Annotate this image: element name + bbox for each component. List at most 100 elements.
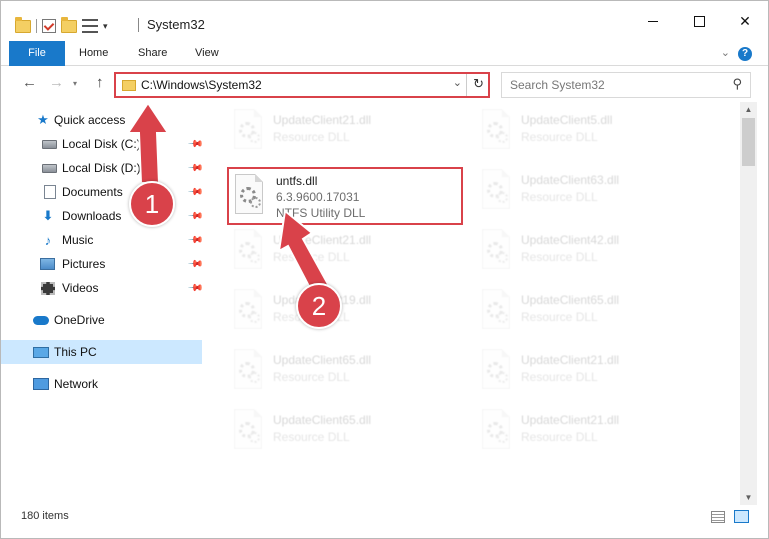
file-type: Resource DLL (521, 130, 598, 144)
file-version: 6.3.9600.17031 (276, 190, 360, 204)
file-type: Resource DLL (521, 310, 598, 324)
file-type: Resource DLL (521, 250, 598, 264)
file-tile[interactable]: UpdateClient21.dll Resource DLL (474, 406, 712, 456)
scroll-up-icon[interactable]: ▲ (740, 102, 757, 117)
sidebar-item-label: Music (62, 233, 94, 247)
tab-share[interactable]: Share (138, 41, 167, 66)
file-type: Resource DLL (521, 190, 598, 204)
sidebar-item-this-pc[interactable]: This PC (1, 340, 202, 364)
file-type: Resource DLL (273, 430, 350, 444)
search-icon[interactable]: ⚲ (732, 76, 742, 92)
properties-check-icon[interactable] (42, 19, 56, 33)
search-input[interactable]: Search System32 ⚲ (501, 72, 751, 98)
pin-icon[interactable]: 📌 (187, 160, 204, 177)
file-type: Resource DLL (521, 430, 598, 444)
sidebar-item-label: Local Disk (C:) (62, 137, 141, 151)
pin-icon[interactable]: 📌 (187, 208, 204, 225)
sidebar-item-onedrive[interactable]: OneDrive (1, 308, 202, 332)
expand-ribbon-icon[interactable]: ⌄ (721, 46, 730, 59)
new-folder-icon[interactable] (61, 16, 77, 33)
recent-locations-icon[interactable]: ▾ (73, 79, 77, 88)
back-button[interactable]: ← (22, 74, 37, 91)
address-path[interactable]: C:\Windows\System32 (141, 78, 262, 92)
sidebar-item-label: OneDrive (54, 313, 105, 327)
address-bar[interactable]: C:\Windows\System32 ⌄ ↻ (114, 72, 490, 98)
sidebar-item-local-disk-d[interactable]: Local Disk (D:) 📌 (1, 156, 204, 180)
tab-view[interactable]: View (195, 41, 219, 66)
pin-icon[interactable]: 📌 (187, 232, 204, 249)
file-name: UpdateClient65.dll (521, 293, 620, 307)
file-tile[interactable]: UpdateClient19.dll Resource DLL (226, 286, 464, 336)
file-tile[interactable]: UpdateClient5.dll Resource DLL (474, 106, 712, 156)
pictures-icon (40, 258, 55, 270)
file-tile[interactable]: UpdateClient65.dll Resource DLL (226, 406, 464, 456)
file-name: UpdateClient21.dll (521, 413, 620, 427)
forward-button[interactable]: → (49, 74, 64, 91)
file-name: UpdateClient21.dll (521, 353, 620, 367)
chevron-down-icon[interactable]: ⌄ (453, 76, 462, 89)
ribbon-tabs: File Home Share View ⌄ ? (1, 41, 768, 66)
file-tile[interactable]: UpdateClient63.dll Resource DLL (474, 166, 712, 216)
file-tile-untfs[interactable]: untfs.dll 6.3.9600.17031 NTFS Utility DL… (227, 167, 463, 225)
search-placeholder: Search System32 (510, 78, 605, 92)
refresh-icon[interactable]: ↻ (473, 76, 484, 92)
toolbar-divider (36, 19, 37, 33)
dll-file-icon (478, 349, 514, 393)
tab-file[interactable]: File (9, 41, 65, 66)
dll-file-icon (478, 229, 514, 273)
drive-icon (42, 163, 57, 173)
file-tile[interactable]: UpdateClient65.dll Resource DLL (226, 346, 464, 396)
sidebar-item-label: Downloads (62, 209, 122, 223)
star-icon: ★ (37, 112, 49, 127)
sidebar-item-network[interactable]: Network (1, 372, 202, 396)
dll-file-icon (478, 109, 514, 153)
scroll-down-icon[interactable]: ▼ (740, 490, 757, 505)
tab-home[interactable]: Home (79, 41, 108, 66)
dll-file-icon (230, 229, 266, 273)
pin-icon[interactable]: 📌 (187, 136, 204, 153)
pin-icon[interactable]: 📌 (187, 184, 204, 201)
file-tile[interactable]: UpdateClient21.dll Resource DLL (226, 106, 464, 156)
file-name: UpdateClient65.dll (273, 413, 372, 427)
dll-file-icon (478, 289, 514, 333)
toolbar-dropdown-icon[interactable]: ▾ (103, 21, 108, 32)
sidebar-item-videos[interactable]: Videos 📌 (1, 276, 204, 300)
maximize-button[interactable] (676, 1, 722, 41)
network-icon (33, 378, 49, 390)
navigation-bar: ← → ▾ ↑ C:\Windows\System32 ⌄ ↻ Search S… (1, 67, 768, 101)
dll-file-icon (230, 109, 266, 153)
file-tile[interactable]: UpdateClient21.dll Resource DLL (226, 226, 464, 276)
sidebar-item-local-disk-c[interactable]: Local Disk (C:) 📌 (1, 132, 204, 156)
dll-file-icon (478, 409, 514, 453)
sidebar-item-label: Network (54, 377, 99, 391)
file-type: Resource DLL (273, 370, 350, 384)
sidebar-item-label: Pictures (62, 257, 106, 271)
pin-icon[interactable]: 📌 (187, 280, 204, 297)
step-badge-1: 1 (129, 181, 175, 227)
file-tile[interactable]: UpdateClient65.dll Resource DLL (474, 286, 712, 336)
scroll-thumb[interactable] (742, 118, 755, 166)
dll-file-icon (478, 169, 514, 213)
file-list: UpdateClient21.dll Resource DLL UpdateCl… (206, 102, 739, 505)
vertical-scrollbar[interactable]: ▲ ▼ (740, 102, 757, 505)
details-view-icon[interactable] (711, 511, 725, 523)
large-icons-view-icon[interactable] (734, 510, 749, 523)
file-tile[interactable]: UpdateClient21.dll Resource DLL (474, 346, 712, 396)
sidebar-item-quick-access[interactable]: ★ Quick access (1, 108, 202, 132)
status-bar: 180 items (1, 506, 768, 538)
drive-icon (42, 139, 57, 149)
music-icon: ♪ (44, 232, 52, 248)
dll-file-icon (231, 174, 267, 218)
close-button[interactable]: ✕ (722, 1, 768, 41)
help-icon[interactable]: ? (738, 47, 752, 61)
pin-icon[interactable]: 📌 (187, 256, 204, 273)
minimize-button[interactable] (630, 1, 676, 41)
dll-file-icon (230, 409, 266, 453)
sidebar-item-pictures[interactable]: Pictures 📌 (1, 252, 204, 276)
sidebar-item-music[interactable]: ♪ Music 📌 (1, 228, 204, 252)
file-tile[interactable]: UpdateClient42.dll Resource DLL (474, 226, 712, 276)
customize-toolbar-icon[interactable] (82, 19, 98, 33)
up-button[interactable]: ↑ (96, 74, 104, 91)
documents-icon (44, 185, 56, 199)
sidebar-item-label: Documents (62, 185, 123, 199)
